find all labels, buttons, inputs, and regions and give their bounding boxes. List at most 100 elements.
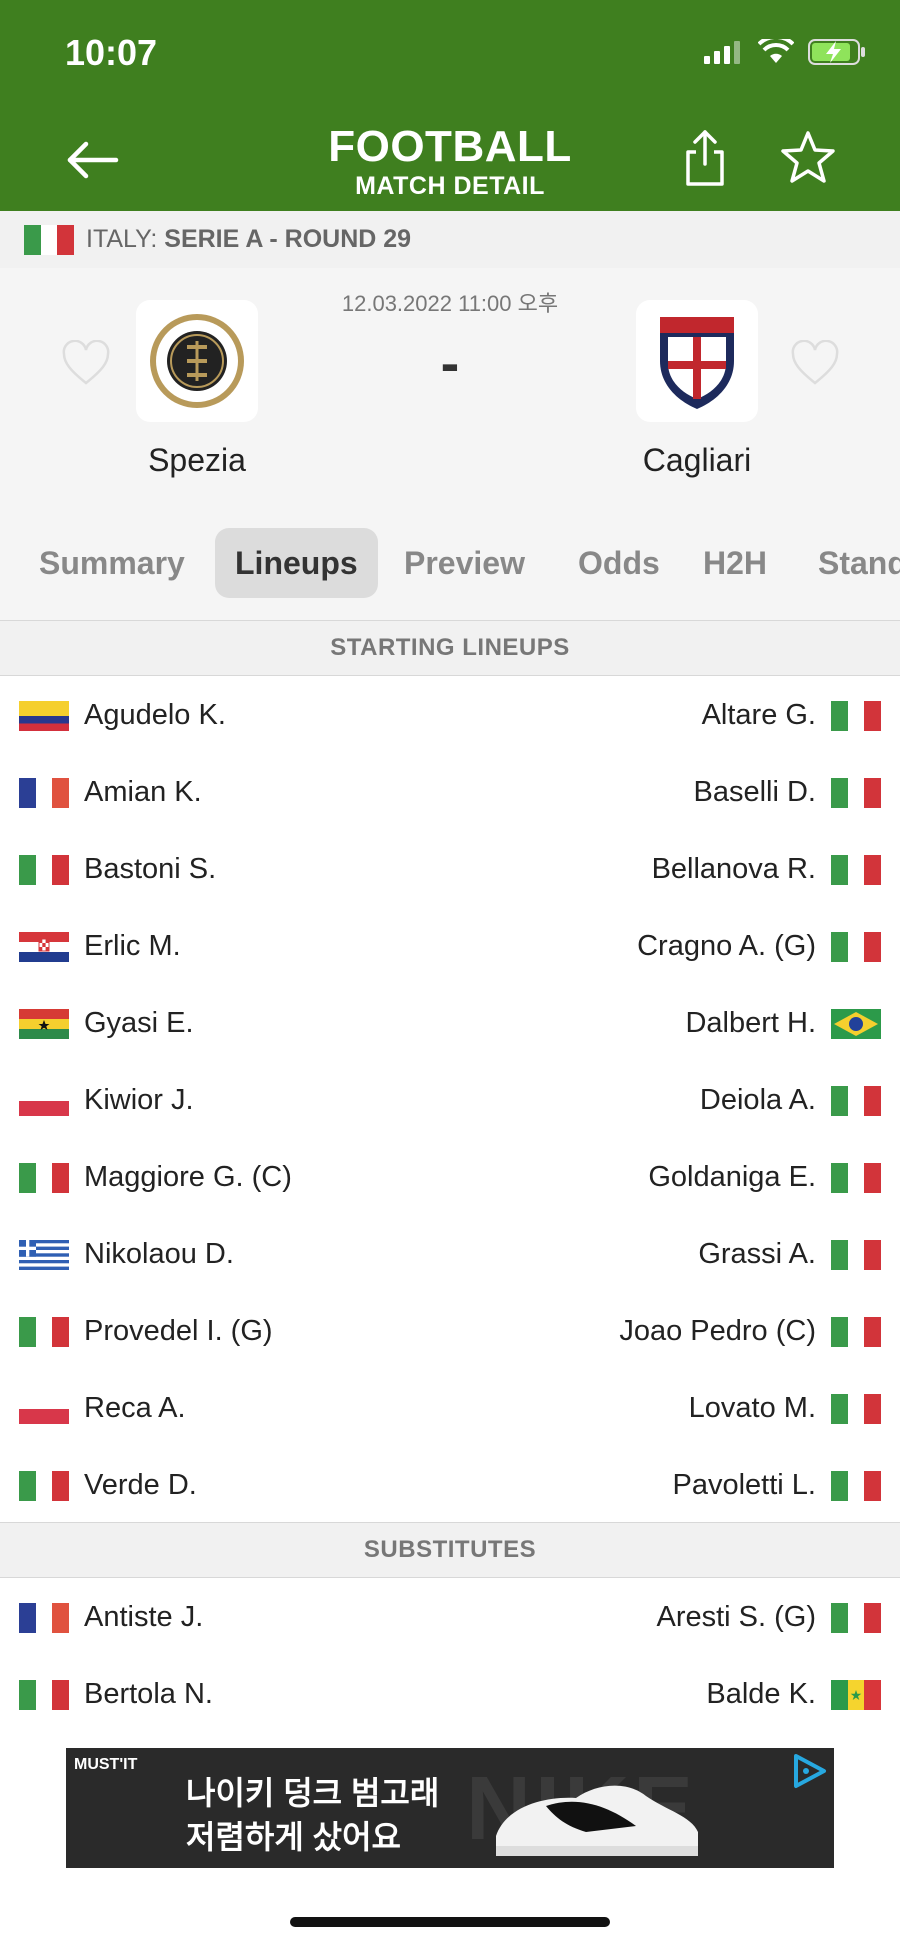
italy-flag-icon: [831, 778, 881, 808]
home-player-name[interactable]: Amian K.: [84, 754, 202, 831]
lineup-row: Erlic M. Cragno A. (G): [0, 908, 900, 985]
away-player-name[interactable]: Grassi A.: [698, 1216, 816, 1293]
lineup-row: Agudelo K. Altare G.: [0, 677, 900, 754]
lineup-row: Amian K. Baselli D.: [0, 754, 900, 831]
away-team[interactable]: Cagliari: [567, 300, 827, 479]
italy-flag-icon: [831, 1603, 881, 1633]
brazil-flag-icon: [831, 1009, 881, 1039]
app-bar: FOOTBALL MATCH DETAIL: [0, 110, 900, 211]
home-indicator[interactable]: [290, 1917, 610, 1927]
away-team-name: Cagliari: [642, 442, 752, 478]
poland-flag-icon: [19, 1086, 69, 1116]
lineup-row: Maggiore G. (C) Goldaniga E.: [0, 1139, 900, 1216]
away-player-name[interactable]: Goldaniga E.: [648, 1139, 816, 1216]
away-player-name[interactable]: Pavoletti L.: [673, 1447, 816, 1524]
wifi-icon: [758, 39, 794, 63]
away-player-name[interactable]: Deiola A.: [700, 1062, 816, 1139]
ad-banner[interactable]: NIKE MUST'IT 나이키 덩크 범고래 저렴하게 샀어요: [66, 1748, 834, 1868]
italy-flag-icon: [831, 1394, 881, 1424]
lineup-row: Nikolaou D. Grassi A.: [0, 1216, 900, 1293]
status-icons: [704, 38, 866, 66]
home-player-name[interactable]: Kiwior J.: [84, 1062, 194, 1139]
italy-flag-icon: [19, 1471, 69, 1501]
home-player-name[interactable]: Bertola N.: [84, 1656, 213, 1733]
lineup-row: Gyasi E. Dalbert H.: [0, 985, 900, 1062]
ad-headline-2: 저렴하게 샀어요: [186, 1819, 401, 1855]
away-player-name[interactable]: Lovato M.: [689, 1370, 816, 1447]
away-player-name[interactable]: Baselli D.: [694, 754, 817, 831]
share-icon[interactable]: [680, 128, 730, 188]
italy-flag-icon: [19, 855, 69, 885]
tab-preview[interactable]: Preview: [384, 528, 545, 598]
home-player-name[interactable]: Verde D.: [84, 1447, 197, 1524]
lineup-row: Provedel I. (G) Joao Pedro (C): [0, 1293, 900, 1370]
league-bar[interactable]: ITALY: SERIE A - ROUND 29: [0, 211, 900, 269]
ad-headline-1: 나이키 덩크 범고래: [186, 1775, 440, 1811]
league-label: ITALY: SERIE A - ROUND 29: [86, 225, 411, 254]
home-team-name: Spezia: [148, 442, 246, 478]
away-player-name[interactable]: Aresti S. (G): [656, 1579, 816, 1656]
home-player-name[interactable]: Bastoni S.: [84, 831, 216, 908]
sneaker-image: [496, 1785, 698, 1856]
lineup-row: Bertola N. Balde K.: [0, 1656, 900, 1733]
italy-flag-icon: [19, 1317, 69, 1347]
favorite-star-icon[interactable]: [778, 128, 838, 188]
ad-choices-icon[interactable]: [790, 1752, 828, 1790]
italy-flag-icon: [831, 1471, 881, 1501]
tab-standings[interactable]: Standings: [798, 528, 900, 598]
italy-flag-icon: [19, 1163, 69, 1193]
italy-flag-icon: [24, 224, 74, 255]
home-player-name[interactable]: Agudelo K.: [84, 677, 226, 754]
senegal-flag-icon: [831, 1680, 881, 1710]
battery-charging-icon: [808, 39, 865, 65]
italy-flag-icon: [831, 701, 881, 731]
italy-flag-icon: [19, 1680, 69, 1710]
signal-icon: [704, 41, 740, 64]
lineup-row: Antiste J. Aresti S. (G): [0, 1579, 900, 1656]
home-player-name[interactable]: Erlic M.: [84, 908, 181, 985]
home-player-name[interactable]: Reca A.: [84, 1370, 186, 1447]
match-header: 12.03.2022 11:00 오후 - Spezia Cagliari: [0, 268, 900, 510]
away-player-name[interactable]: Altare G.: [702, 677, 816, 754]
home-player-name[interactable]: Nikolaou D.: [84, 1216, 234, 1293]
status-time: 10:07: [65, 32, 158, 73]
italy-flag-icon: [831, 1086, 881, 1116]
starting-lineups-header: STARTING LINEUPS: [0, 620, 900, 676]
page-subtitle: MATCH DETAIL: [355, 172, 545, 200]
match-tabs: Summary Lineups Preview Odds H2H Standin…: [0, 508, 900, 621]
colombia-flag-icon: [19, 701, 69, 731]
league-country: ITALY:: [86, 225, 158, 253]
france-flag-icon: [19, 778, 69, 808]
tab-lineups[interactable]: Lineups: [215, 528, 378, 598]
home-player-name[interactable]: Maggiore G. (C): [84, 1139, 292, 1216]
away-player-name[interactable]: Cragno A. (G): [637, 908, 816, 985]
lineup-row: Reca A. Lovato M.: [0, 1370, 900, 1447]
ghana-flag-icon: [19, 1009, 69, 1039]
italy-flag-icon: [831, 1317, 881, 1347]
croatia-flag-icon: [19, 932, 69, 962]
away-player-name[interactable]: Balde K.: [706, 1656, 816, 1733]
away-player-name[interactable]: Dalbert H.: [685, 985, 816, 1062]
greece-flag-icon: [19, 1240, 69, 1270]
league-name: SERIE A - ROUND 29: [164, 225, 412, 253]
home-team[interactable]: Spezia: [67, 300, 327, 479]
tab-summary[interactable]: Summary: [19, 528, 205, 598]
italy-flag-icon: [831, 1163, 881, 1193]
substitutes-header: SUBSTITUTES: [0, 1522, 900, 1578]
spezia-logo: [136, 300, 258, 422]
cagliari-logo: [636, 300, 758, 422]
away-player-name[interactable]: Joao Pedro (C): [619, 1293, 816, 1370]
status-bar: 10:07: [0, 0, 900, 110]
page-title: FOOTBALL: [328, 122, 572, 171]
lineup-row: Kiwior J. Deiola A.: [0, 1062, 900, 1139]
home-player-name[interactable]: Provedel I. (G): [84, 1293, 273, 1370]
tab-odds[interactable]: Odds: [558, 528, 680, 598]
france-flag-icon: [19, 1603, 69, 1633]
home-player-name[interactable]: Antiste J.: [84, 1579, 203, 1656]
tab-h2h[interactable]: H2H: [683, 528, 787, 598]
italy-flag-icon: [831, 855, 881, 885]
italy-flag-icon: [831, 1240, 881, 1270]
lineup-row: Bastoni S. Bellanova R.: [0, 831, 900, 908]
away-player-name[interactable]: Bellanova R.: [652, 831, 816, 908]
home-player-name[interactable]: Gyasi E.: [84, 985, 194, 1062]
